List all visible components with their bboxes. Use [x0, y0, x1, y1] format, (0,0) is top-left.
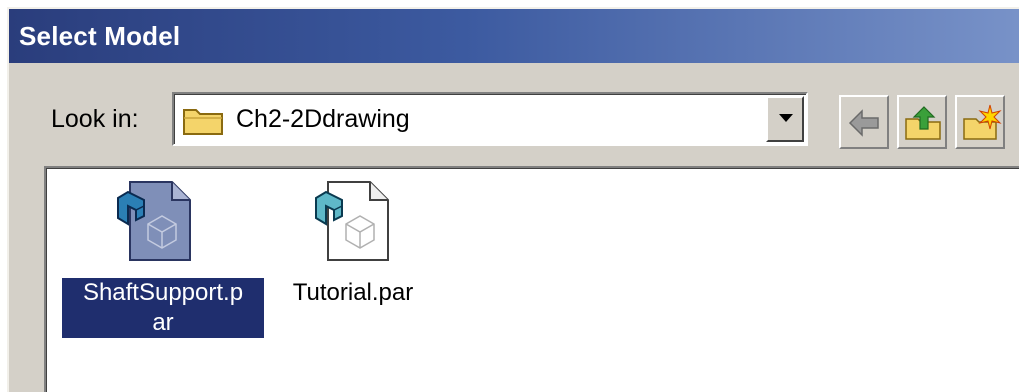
look-in-value: Ch2-2Ddrawing: [236, 105, 410, 133]
file-list[interactable]: ShaftSupport.p ar Tutorial.par: [44, 166, 1019, 392]
file-label-line: Tutorial.par: [292, 279, 414, 306]
dialog-title: Select Model: [19, 21, 181, 51]
file-item[interactable]: Tutorial.par: [278, 168, 488, 368]
file-label-line: ShaftSupport.p: [82, 279, 244, 306]
up-folder-icon: [905, 106, 941, 140]
part-file-icon: [117, 181, 191, 261]
file-label: ShaftSupport.p ar: [62, 278, 264, 338]
folder-icon: [183, 109, 223, 135]
file-label-line: ar: [152, 309, 174, 336]
part-file-icon: [315, 181, 389, 261]
look-in-label: Look in:: [51, 105, 139, 133]
new-folder-button[interactable]: [955, 95, 1005, 149]
chevron-down-icon: [779, 114, 793, 122]
title-bar[interactable]: Select Model: [9, 9, 1019, 63]
look-in-dropdown-button[interactable]: [766, 96, 804, 142]
look-in-combobox[interactable]: Ch2-2Ddrawing: [172, 92, 808, 146]
back-button[interactable]: [839, 95, 889, 149]
up-folder-button[interactable]: [897, 95, 947, 149]
file-item[interactable]: ShaftSupport.p ar: [56, 168, 266, 368]
select-model-dialog: Select Model Look in: Ch2-2Ddrawing Shaf…: [7, 7, 1019, 392]
file-label: Tutorial.par: [278, 278, 428, 308]
new-folder-icon: [963, 104, 1002, 140]
back-arrow-icon: [848, 109, 879, 137]
